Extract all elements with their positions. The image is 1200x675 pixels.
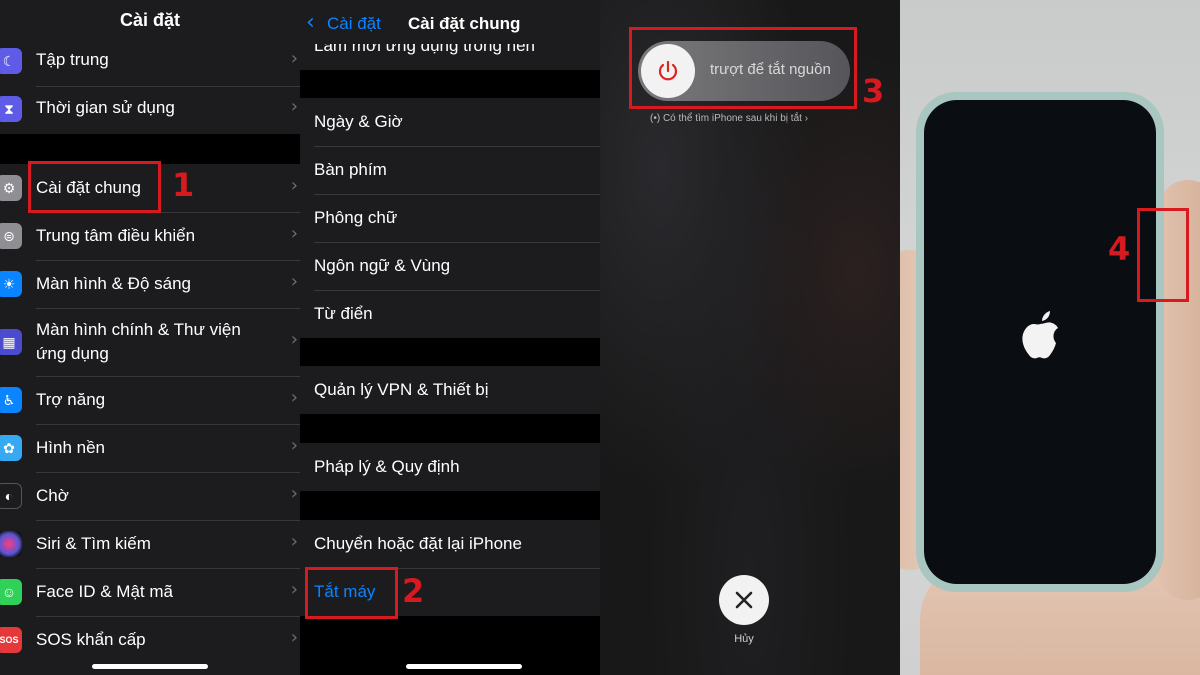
settings-row-display[interactable]: ☀ Màn hình & Độ sáng › [0, 260, 300, 308]
settings-row-screen-time[interactable]: ⧗ Thời gian sử dụng › [0, 86, 300, 134]
settings-row-label: Pháp lý & Quy định [314, 457, 460, 476]
chevron-right-icon: › [804, 113, 809, 124]
step-number-2: 2 [402, 572, 425, 610]
settings-row-label: Ngôn ngữ & Vùng [314, 256, 451, 275]
chevron-right-icon: › [290, 271, 298, 292]
settings-row-vpn[interactable]: Quản lý VPN & Thiết bị [300, 366, 600, 414]
find-my-icon: (•) [650, 113, 661, 124]
toggles-icon: ⊜ [0, 223, 22, 249]
general-settings-panel: ‹ Cài đặt Cài đặt chung Làm mới ứng dụng… [300, 0, 600, 675]
settings-row-label: Hình nền [36, 438, 105, 457]
apple-logo-icon [1022, 311, 1058, 359]
settings-row-face-id[interactable]: ☺ Face ID & Mật mã › [0, 568, 300, 616]
chevron-right-icon: › [290, 48, 298, 69]
settings-row-label: Màn hình chính & Thư viện [36, 320, 241, 339]
settings-row-label: Face ID & Mật mã [36, 582, 173, 601]
settings-row-background-refresh[interactable]: Làm mới ứng dụng trong nền [300, 44, 600, 70]
chevron-right-icon: › [290, 175, 298, 196]
settings-row-label: Màn hình & Độ sáng [36, 274, 191, 293]
settings-row-label: Quản lý VPN & Thiết bị [314, 380, 489, 399]
settings-row-fonts[interactable]: Phông chữ [300, 194, 600, 242]
power-off-screen: trượt để tắt nguồn (•) Có thể tìm iPhone… [600, 0, 900, 675]
back-button[interactable]: Cài đặt [327, 14, 381, 34]
nav-bar: ‹ Cài đặt Cài đặt chung [300, 0, 600, 44]
chevron-right-icon: › [290, 531, 298, 552]
settings-group-general: ⚙ Cài đặt chung › ⊜ Trung tâm điều khiển… [0, 164, 300, 675]
settings-row-label: Trung tâm điều khiển [36, 226, 196, 245]
settings-group-focus: ☾ Tập trung › ⧗ Thời gian sử dụng › [0, 40, 300, 134]
app-grid-icon: ▦ [0, 329, 22, 355]
settings-row-dictionary[interactable]: Từ điển [300, 290, 600, 338]
chevron-right-icon: › [290, 96, 298, 117]
face-id-icon: ☺ [0, 579, 22, 605]
settings-group-date-language: Ngày & Giờ Bàn phím Phông chữ Ngôn ngữ &… [300, 98, 600, 338]
accessibility-icon: ♿ [0, 387, 22, 413]
settings-panel: Cài đặt ☾ Tập trung › ⧗ Thời gian sử dụn… [0, 0, 300, 675]
chevron-right-icon: › [290, 483, 298, 504]
chevron-right-icon: › [290, 627, 298, 648]
moon-icon: ☾ [0, 48, 22, 74]
gear-icon: ⚙ [0, 175, 22, 201]
settings-row-label: Bàn phím [314, 160, 387, 179]
chevron-right-icon: › [290, 435, 298, 456]
home-indicator [406, 664, 522, 669]
highlight-slider-box [629, 27, 857, 109]
flower-icon: ✿ [0, 435, 22, 461]
chevron-right-icon: › [290, 579, 298, 600]
settings-row-date-time[interactable]: Ngày & Giờ [300, 98, 600, 146]
step-number-4: 4 [1108, 230, 1131, 268]
step-number-3: 3 [862, 72, 885, 110]
highlight-shutdown-box [305, 567, 398, 619]
settings-row-focus[interactable]: ☾ Tập trung › [0, 38, 300, 86]
settings-row-label: Trợ năng [36, 390, 106, 409]
iphone-photo: 4 [900, 0, 1200, 675]
find-my-note[interactable]: (•) Có thể tìm iPhone sau khi bị tắt › [650, 113, 808, 124]
settings-row-label: Siri & Tìm kiếm [36, 534, 151, 553]
highlight-side-button-box [1137, 208, 1189, 302]
settings-row-label: Ngày & Giờ [314, 112, 403, 131]
sos-icon: SOS [0, 627, 22, 653]
iphone-device [916, 92, 1164, 592]
settings-row-label: Từ điển [314, 304, 373, 323]
settings-row-label: Tập trung [36, 50, 109, 69]
highlight-general-box [28, 161, 161, 213]
hourglass-icon: ⧗ [0, 96, 22, 122]
close-icon [735, 591, 753, 609]
iphone-screen [924, 100, 1156, 584]
find-my-text: Có thể tìm iPhone sau khi bị tắt [662, 113, 802, 124]
chevron-right-icon: › [290, 223, 298, 244]
chevron-right-icon: › [290, 329, 298, 350]
home-indicator [92, 664, 208, 669]
settings-row-label: Làm mới ứng dụng trong nền [314, 44, 535, 55]
settings-row-control-center[interactable]: ⊜ Trung tâm điều khiển › [0, 212, 300, 260]
sun-icon: ☀ [0, 271, 22, 297]
step-number-1: 1 [172, 166, 195, 204]
settings-row-label: Phông chữ [314, 208, 398, 227]
settings-row-emergency-sos[interactable]: SOS SOS khẩn cấp › [0, 616, 300, 664]
settings-row-label-line2: ứng dụng [36, 344, 109, 363]
settings-row-label: Chuyển hoặc đặt lại iPhone [314, 534, 522, 553]
settings-row-standby[interactable]: ◐ Chờ › [0, 472, 300, 520]
settings-row-label: Chờ [36, 486, 69, 505]
cancel-button[interactable] [719, 575, 769, 625]
settings-row-label: Thời gian sử dụng [36, 98, 175, 117]
settings-row-label: SOS khẩn cấp [36, 630, 146, 649]
settings-row-keyboard[interactable]: Bàn phím [300, 146, 600, 194]
page-title: Cài đặt chung [408, 14, 521, 33]
settings-row-home-screen[interactable]: ▦ Màn hình chính & Thư viện ứng dụng › [0, 308, 300, 376]
settings-row-legal[interactable]: Pháp lý & Quy định [300, 443, 600, 491]
cancel-label: Hủy [734, 633, 754, 645]
settings-row-siri[interactable]: Siri & Tìm kiếm › [0, 520, 300, 568]
settings-row-language-region[interactable]: Ngôn ngữ & Vùng [300, 242, 600, 290]
settings-row-accessibility[interactable]: ♿ Trợ năng › [0, 376, 300, 424]
siri-icon [0, 531, 22, 557]
chevron-left-icon[interactable]: ‹ [306, 10, 315, 35]
settings-row-wallpaper[interactable]: ✿ Hình nền › [0, 424, 300, 472]
chevron-right-icon: › [290, 387, 298, 408]
settings-header-title: Cài đặt [0, 0, 300, 40]
settings-row-transfer-reset[interactable]: Chuyển hoặc đặt lại iPhone [300, 520, 600, 568]
standby-icon: ◐ [0, 483, 22, 509]
